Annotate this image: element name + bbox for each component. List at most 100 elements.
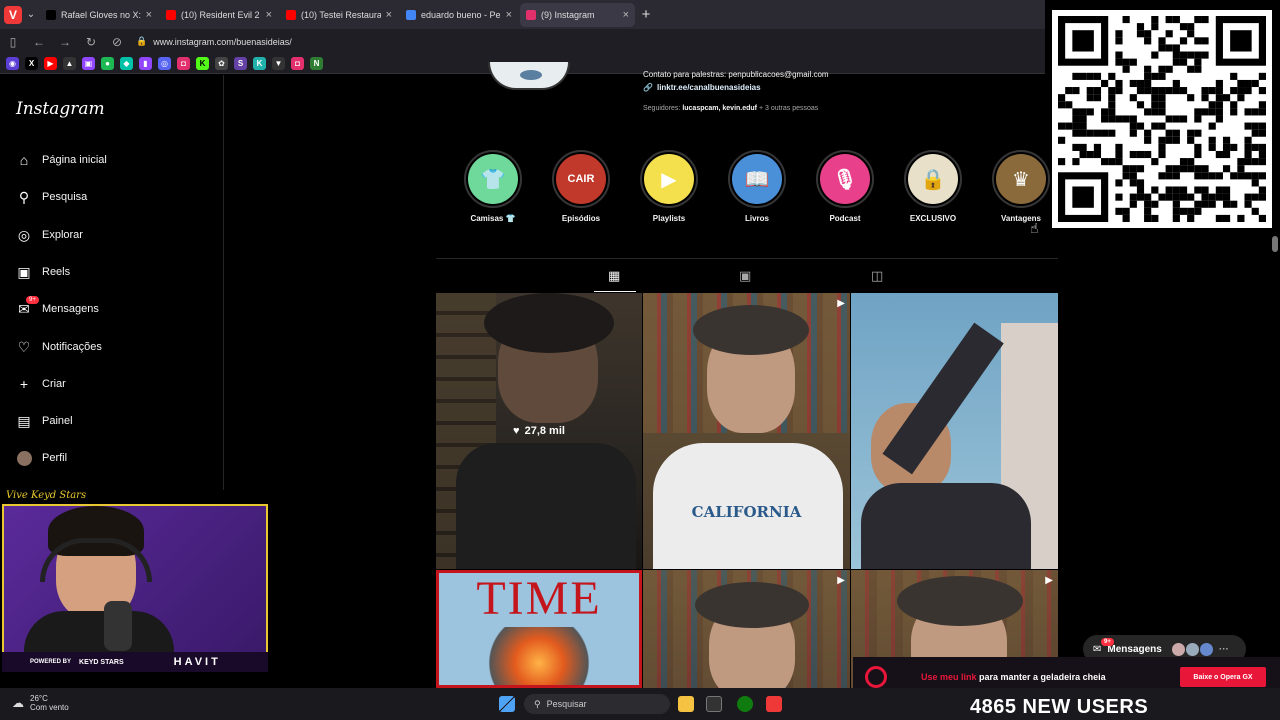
explosion-smoke xyxy=(479,627,599,685)
highlight-epis-dios[interactable]: CAIR Episódios xyxy=(551,150,611,223)
post-thumbnail[interactable]: ♥ 27,8 mil xyxy=(436,293,642,569)
avatar-stack xyxy=(1171,642,1213,656)
bookmark-gdrive-icon[interactable]: ▲ xyxy=(63,57,76,70)
highlight-playlists[interactable]: ▶ Playlists xyxy=(639,150,699,223)
reel-icon: ▶ xyxy=(1045,575,1053,586)
post-thumbnail[interactable]: ▶ xyxy=(643,570,850,688)
active-tab-indicator xyxy=(594,291,636,292)
terminal-icon[interactable] xyxy=(706,696,722,712)
bookmark-twitch3-icon[interactable]: ▮ xyxy=(139,57,152,70)
panel-toggle-icon[interactable]: ▯ xyxy=(6,35,20,49)
more-icon: ··· xyxy=(1218,643,1229,655)
back-icon[interactable]: ← xyxy=(32,35,46,49)
cursor-icon: ☝ xyxy=(1030,220,1039,236)
profile-avatar[interactable] xyxy=(488,62,570,90)
bookmark-n-icon[interactable]: N xyxy=(310,57,323,70)
sidebar-item-p-gina-inicial[interactable]: ⌂ Página inicial xyxy=(16,152,107,168)
x-logo-icon xyxy=(46,9,56,20)
avatar xyxy=(1185,642,1199,656)
shield-icon[interactable]: ⊘ xyxy=(110,35,124,49)
bookmark-discord-icon[interactable]: ◎ xyxy=(158,57,171,70)
windows-start-icon[interactable] xyxy=(499,696,515,712)
highlight-exclusivo[interactable]: 🔒 EXCLUSIVO xyxy=(903,150,963,223)
highlight-ring: 🎙 xyxy=(816,150,874,208)
browser-tab[interactable]: eduardo bueno - Pesq× xyxy=(400,3,518,27)
highlight-cover-icon: ▶ xyxy=(644,154,694,204)
notification-badge: 9+ xyxy=(26,296,39,304)
hair xyxy=(693,305,809,355)
bookmark-k-icon[interactable]: K xyxy=(253,57,266,70)
bookmark-chatgpt-icon[interactable]: ✿ xyxy=(215,57,228,70)
post-thumbnail[interactable]: CALIFORNIA ▶ xyxy=(643,293,850,569)
reload-icon[interactable]: ↻ xyxy=(84,35,98,49)
tab-posts-grid-icon[interactable]: ▦ xyxy=(608,268,620,284)
url-field[interactable]: 🔒 www.instagram.com/buenasideias/ xyxy=(136,36,292,47)
browser-tab[interactable]: (10) Testei Restaurante× xyxy=(280,3,398,27)
highlight-livros[interactable]: 📖 Livros xyxy=(727,150,787,223)
microphone xyxy=(104,601,132,651)
browser-tab[interactable]: (10) Resident Evil 2 Re× xyxy=(160,3,278,27)
sidebar-item-notifica-es[interactable]: ♡ Notificações xyxy=(16,339,102,355)
close-tab-icon[interactable]: × xyxy=(386,9,392,21)
sidebar-item-criar[interactable]: + Criar xyxy=(16,376,66,392)
avatar xyxy=(1199,642,1213,656)
close-tab-icon[interactable]: × xyxy=(506,9,512,21)
post-thumbnail[interactable] xyxy=(851,293,1058,569)
shirt-graphic: CALIFORNIA xyxy=(691,503,802,521)
download-opera-button[interactable]: Baixe o Opera GX xyxy=(1180,667,1266,687)
bookmark-kick-icon[interactable]: ◆ xyxy=(120,57,133,70)
profile-link[interactable]: 🔗 linktr.ee/canalbuenasideias xyxy=(643,83,761,92)
profile-followers[interactable]: Seguidores: lucaspcam, kevin.eduf + 3 ou… xyxy=(643,105,818,112)
heart-filled-icon: ♥ xyxy=(513,425,520,437)
highlight-vantagens[interactable]: ♛ Vantagens xyxy=(991,150,1051,223)
sidebar-item-pesquisa[interactable]: ⚲ Pesquisa xyxy=(16,189,87,205)
lock-icon: 🔒 xyxy=(136,36,148,46)
post-thumbnail[interactable]: TIME xyxy=(436,570,642,688)
highlight-camisas[interactable]: 👕 Camisas 👕 xyxy=(463,150,523,223)
sidebar-item-perfil[interactable]: Perfil xyxy=(16,450,67,466)
messenger-icon: ✉ 9+ xyxy=(16,296,39,317)
bookmark-x-icon[interactable]: X xyxy=(25,57,38,70)
browser-tab[interactable]: (9) Instagram × xyxy=(520,2,635,27)
xbox-icon[interactable] xyxy=(737,696,753,712)
taskbar-search[interactable]: ⚲ Pesquisar xyxy=(524,694,670,714)
sidebar-item-mensagens[interactable]: ✉ 9+ Mensagens xyxy=(16,296,99,317)
bookmark-kick2-icon[interactable]: K xyxy=(196,57,209,70)
bookmark-twitch2-icon[interactable]: ▣ xyxy=(82,57,95,70)
bookmark-twitch-icon[interactable]: ◉ xyxy=(6,57,19,70)
tab-tagged-icon[interactable]: ◫ xyxy=(871,268,883,284)
sidebar-item-painel[interactable]: ▤ Painel xyxy=(16,413,72,429)
bookmark-streamlabs-icon[interactable]: S xyxy=(234,57,247,70)
close-tab-icon[interactable]: × xyxy=(623,9,629,21)
page-scrollbar[interactable] xyxy=(1272,236,1278,252)
tab-reels-icon[interactable]: ▣ xyxy=(739,268,751,284)
highlight-podcast[interactable]: 🎙 Podcast xyxy=(815,150,875,223)
sidebar-item-explorar[interactable]: ◎ Explorar xyxy=(16,227,83,243)
plus-icon: + xyxy=(19,376,29,392)
file-explorer-icon[interactable] xyxy=(678,696,694,712)
highlight-ring: 👕 xyxy=(464,150,522,208)
bookmark-youtube-icon[interactable]: ▶ xyxy=(44,57,57,70)
bookmark-spotify-icon[interactable]: ● xyxy=(101,57,114,70)
close-tab-icon[interactable]: × xyxy=(266,9,272,21)
highlight-cover-icon: 📖 xyxy=(732,154,782,204)
sidebar-item-reels[interactable]: ▣ Reels xyxy=(16,264,70,280)
chevron-down-icon[interactable]: ⌄ xyxy=(24,9,38,20)
instagram-logo[interactable]: Instagram xyxy=(16,99,105,119)
browser-tab[interactable]: Rafael Gloves no X: "Se× xyxy=(40,3,158,27)
signature-logo: Vive Keyd Stars xyxy=(6,490,87,501)
sponsor-bar: POWERED BY KEYD STARS HAVIT xyxy=(2,652,268,672)
new-tab-icon[interactable]: + xyxy=(637,6,655,23)
link-icon: 🔗 xyxy=(643,83,653,92)
bookmark-instagram-icon[interactable]: ◘ xyxy=(177,57,190,70)
weather-widget[interactable]: ☁ 26°C Com vento xyxy=(12,694,69,712)
stream-new-users-counter: 4865 NEW USERS xyxy=(970,696,1149,718)
search-icon: ⚲ xyxy=(18,188,30,205)
highlight-cover-icon: CAIR xyxy=(556,154,606,204)
forward-icon[interactable]: → xyxy=(58,35,72,49)
bookmark-instagram2-icon[interactable]: ◘ xyxy=(291,57,304,70)
bookmark-arrow-icon[interactable]: ▼ xyxy=(272,57,285,70)
vivaldi-icon[interactable]: V xyxy=(4,5,22,24)
close-tab-icon[interactable]: × xyxy=(146,9,152,21)
vivaldi-taskbar-icon[interactable] xyxy=(766,696,782,712)
